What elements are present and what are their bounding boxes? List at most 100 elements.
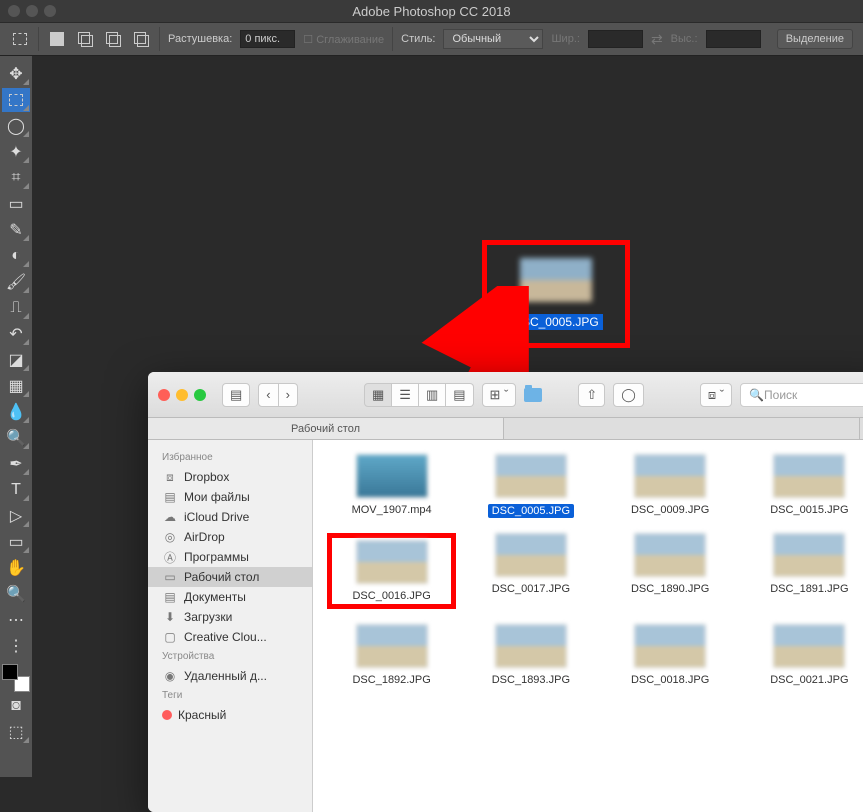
file-item[interactable]: DSC_0009.JPG bbox=[606, 454, 735, 518]
sidebar-heading-devices: Устройства bbox=[148, 647, 312, 666]
sidebar-item-label: Dropbox bbox=[184, 470, 229, 484]
file-name: DSC_1890.JPG bbox=[631, 583, 709, 595]
view-icons-button[interactable]: ▦ bbox=[364, 383, 392, 407]
swap-wh-icon: ⇄ bbox=[651, 31, 663, 48]
color-swatches[interactable] bbox=[2, 664, 30, 692]
dropbox-icon: ⧈ bbox=[162, 471, 178, 484]
traffic-max[interactable] bbox=[44, 5, 56, 17]
hand-tool[interactable]: ✋ bbox=[2, 556, 30, 580]
height-label: Выс.: bbox=[671, 33, 698, 45]
file-item[interactable]: DSC_0017.JPG bbox=[466, 533, 595, 609]
selection-new-icon[interactable] bbox=[47, 29, 67, 49]
sidebar-item-iCloud Drive[interactable]: ☁iCloud Drive bbox=[148, 507, 312, 527]
history-brush-tool[interactable]: ↶ bbox=[2, 322, 30, 346]
traffic-close[interactable] bbox=[8, 5, 20, 17]
tags-button[interactable]: ◯ bbox=[613, 383, 644, 407]
move-tool[interactable]: ✥ bbox=[2, 62, 30, 86]
style-label: Стиль: bbox=[401, 33, 435, 45]
file-grid[interactable]: MOV_1907.mp4DSC_0005.JPGDSC_0009.JPGDSC_… bbox=[313, 440, 863, 812]
file-thumbnail bbox=[495, 454, 567, 498]
file-name: DSC_0016.JPG bbox=[352, 590, 430, 602]
sidebar-item-AirDrop[interactable]: ◎AirDrop bbox=[148, 527, 312, 547]
lasso-tool[interactable]: ◯ bbox=[2, 114, 30, 138]
antialias-checkbox: ☐ Сглаживание bbox=[303, 33, 384, 46]
sidebar-toggle-button[interactable]: ▤ bbox=[222, 383, 250, 407]
shape-tool[interactable]: ▭ bbox=[2, 530, 30, 554]
tab-desktop[interactable]: Рабочий стол bbox=[148, 418, 504, 439]
marquee-tool-icon[interactable] bbox=[10, 29, 30, 49]
cloud-icon: ☁ bbox=[162, 511, 178, 524]
sidebar-item-Dropbox[interactable]: ⧈ Dropbox bbox=[148, 467, 312, 487]
clone-stamp-tool[interactable]: ⎍ bbox=[2, 296, 30, 320]
edit-toolbar[interactable]: ⋮ bbox=[2, 634, 30, 658]
magic-wand-tool[interactable]: ✦ bbox=[2, 140, 30, 164]
file-item[interactable]: DSC_0018.JPG bbox=[606, 624, 735, 686]
dragged-thumbnail bbox=[520, 258, 592, 302]
view-gallery-button[interactable]: ▤ bbox=[446, 383, 473, 407]
path-select-tool[interactable]: ▷ bbox=[2, 504, 30, 528]
blur-tool[interactable]: 💧 bbox=[2, 400, 30, 424]
selection-sub-icon[interactable] bbox=[103, 29, 123, 49]
traffic-min[interactable] bbox=[26, 5, 38, 17]
finder-window: ▤ ‹ › ▦ ☰ ▥ ▤ ⊞ ˇ ⇧ ◯ ⧈ ˇ 🔍 bbox=[148, 372, 863, 812]
back-button[interactable]: ‹ bbox=[258, 383, 278, 407]
view-columns-button[interactable]: ▥ bbox=[419, 383, 446, 407]
finder-max-icon[interactable] bbox=[194, 389, 206, 401]
crop-tool[interactable]: ⌗ bbox=[2, 166, 30, 190]
select-and-mask-button[interactable]: Выделение bbox=[777, 29, 853, 49]
file-item[interactable]: DSC_0015.JPG bbox=[745, 454, 863, 518]
sidebar-item-Рабочий стол[interactable]: ▭Рабочий стол bbox=[148, 567, 312, 587]
sidebar-tag-Красный[interactable]: Красный bbox=[148, 705, 312, 725]
file-item[interactable]: DSC_0005.JPG bbox=[466, 454, 595, 518]
apps-icon: Ⓐ bbox=[162, 551, 178, 564]
sidebar-item-Удаленный д...[interactable]: ◉Удаленный д... bbox=[148, 666, 312, 686]
finder-close-icon[interactable] bbox=[158, 389, 170, 401]
gradient-tool[interactable]: ▦ bbox=[2, 374, 30, 398]
eyedropper-tool[interactable]: ✎ bbox=[2, 218, 30, 242]
path-control[interactable] bbox=[524, 388, 542, 402]
more-tools[interactable]: ⋯ bbox=[2, 608, 30, 632]
selection-intersect-icon[interactable] bbox=[131, 29, 151, 49]
selection-add-icon[interactable] bbox=[75, 29, 95, 49]
search-input[interactable]: 🔍 Поиск bbox=[740, 383, 863, 407]
share-button[interactable]: ⇧ bbox=[578, 383, 605, 407]
file-item[interactable]: DSC_1890.JPG bbox=[606, 533, 735, 609]
sidebar-item-Программы[interactable]: Ⓐ Программы bbox=[148, 547, 312, 567]
brush-tool[interactable]: 🖌 bbox=[2, 270, 30, 294]
frame-tool[interactable]: ▭ bbox=[2, 192, 30, 216]
forward-button[interactable]: › bbox=[279, 383, 298, 407]
file-name: DSC_0005.JPG bbox=[488, 504, 574, 518]
sidebar-item-Мои файлы[interactable]: ▤Мои файлы bbox=[148, 487, 312, 507]
sidebar-item-Creative Clou...[interactable]: ▢Creative Clou... bbox=[148, 627, 312, 647]
type-tool[interactable]: T bbox=[2, 478, 30, 502]
dodge-tool[interactable]: 🔍 bbox=[2, 426, 30, 450]
dropbox-button[interactable]: ⧈ ˇ bbox=[700, 383, 732, 407]
file-item[interactable]: DSC_0021.JPG bbox=[745, 624, 863, 686]
tab-other[interactable] bbox=[504, 418, 860, 439]
file-item[interactable]: DSC_1892.JPG bbox=[327, 624, 456, 686]
style-select[interactable]: Обычный bbox=[443, 29, 543, 49]
arrange-button[interactable]: ⊞ ˇ bbox=[482, 383, 517, 407]
file-item[interactable]: DSC_1893.JPG bbox=[466, 624, 595, 686]
view-list-button[interactable]: ☰ bbox=[392, 383, 419, 407]
zoom-tool[interactable]: 🔍 bbox=[2, 582, 30, 606]
marquee-tool[interactable] bbox=[2, 88, 30, 112]
pen-tool[interactable]: ✒ bbox=[2, 452, 30, 476]
file-thumbnail bbox=[356, 454, 428, 498]
file-item[interactable]: DSC_0016.JPG bbox=[327, 533, 456, 609]
sidebar-item-Документы[interactable]: ▤Документы bbox=[148, 587, 312, 607]
quick-mask-tool[interactable]: ◙ bbox=[2, 694, 30, 718]
sidebar-item-Загрузки[interactable]: ⬇Загрузки bbox=[148, 607, 312, 627]
file-thumbnail bbox=[773, 533, 845, 577]
sidebar-item-label: Программы bbox=[184, 550, 249, 564]
finder-min-icon[interactable] bbox=[176, 389, 188, 401]
dragged-file-preview: DSC_0005.JPG bbox=[482, 240, 630, 348]
healing-brush-tool[interactable]: ◐ bbox=[2, 244, 30, 268]
feather-input[interactable] bbox=[240, 30, 295, 48]
file-item[interactable]: MOV_1907.mp4 bbox=[327, 454, 456, 518]
canvas-area[interactable]: DSC_0005.JPG ▤ ‹ › ▦ ☰ bbox=[32, 56, 863, 777]
screen-mode-tool[interactable]: ⬚ bbox=[2, 720, 30, 744]
file-item[interactable]: DSC_1891.JPG bbox=[745, 533, 863, 609]
eraser-tool[interactable]: ◪ bbox=[2, 348, 30, 372]
sidebar-item-label: Creative Clou... bbox=[184, 630, 267, 644]
